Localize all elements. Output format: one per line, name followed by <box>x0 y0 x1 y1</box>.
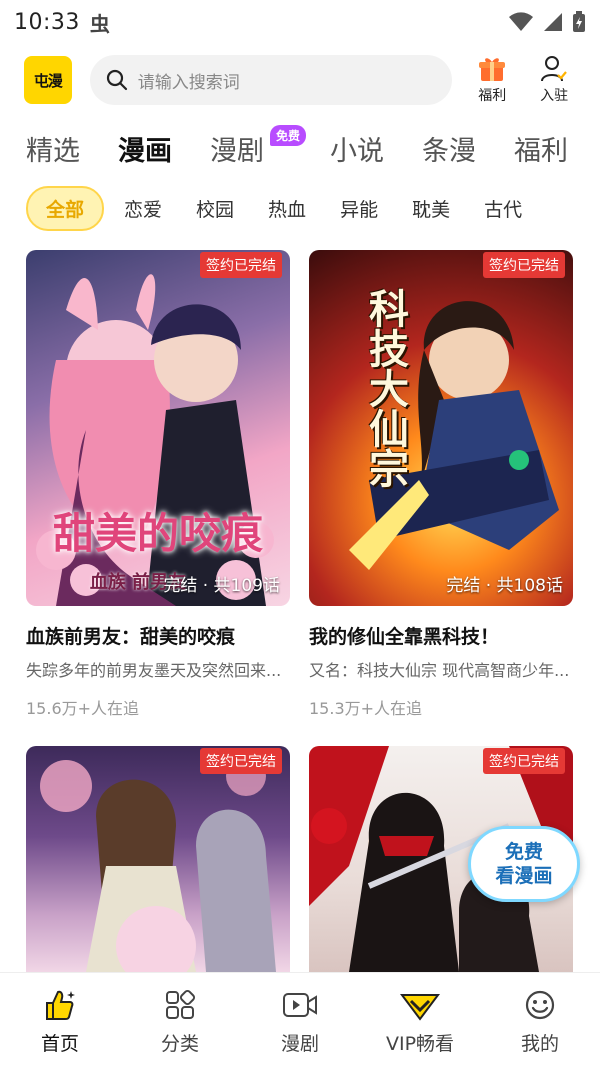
search-placeholder: 请输入搜索词 <box>137 72 240 93</box>
follower-count: 15.3万+人在追 <box>309 699 423 718</box>
status-icons <box>508 11 586 33</box>
status-time: 10:33 <box>14 9 80 35</box>
comic-cover[interactable]: 甜美的咬痕 血族 前男友 签约已完结 完结 · 共109话 <box>26 250 290 606</box>
chip-ancient[interactable]: 古代 <box>484 195 522 222</box>
app-notification-icon: 虫 <box>89 11 110 36</box>
comic-card[interactable]: 科技大仙宗 签约已完结 完结 · 共108话 我的修仙全靠黑科技！ 又名：科技大… <box>309 250 573 719</box>
signal-icon <box>544 13 562 31</box>
episode-count: 完结 · 共108话 <box>446 576 563 596</box>
category-chips: 全部 恋爱 校园 热血 异能 耽美 古代 <box>0 185 600 231</box>
cover-art-title: 科技大仙宗 <box>362 288 408 488</box>
chip-campus[interactable]: 校园 <box>196 195 234 222</box>
nav-profile-label: 我的 <box>520 1033 559 1055</box>
wifi-icon <box>509 12 533 31</box>
gift-button[interactable]: 福利 <box>470 55 514 105</box>
promo-line-2: 看漫画 <box>495 865 553 887</box>
tab-comic-drama-label: 漫剧 <box>210 135 264 167</box>
tab-strip-comics[interactable]: 条漫 <box>422 129 476 168</box>
nav-category-label: 分类 <box>160 1033 199 1055</box>
tab-novels[interactable]: 小说 <box>330 129 384 168</box>
nav-vip[interactable]: VIP畅看 <box>360 973 480 1066</box>
nav-comic-drama[interactable]: 漫剧 <box>240 973 360 1066</box>
gift-label: 福利 <box>478 88 507 104</box>
tab-comic-drama[interactable]: 漫剧 免费 <box>210 124 306 168</box>
cover-illustration <box>40 756 276 972</box>
battery-icon <box>573 11 585 32</box>
tab-comics[interactable]: 漫画 <box>118 129 172 168</box>
status-badge: 签约已完结 <box>483 748 565 774</box>
gift-icon <box>479 58 506 81</box>
join-button[interactable]: 入驻 <box>532 55 576 105</box>
search-input[interactable]: 请输入搜索词 <box>89 55 453 105</box>
free-comics-promo-button[interactable]: 免费 看漫画 <box>468 826 580 902</box>
app-logo[interactable]: 屯漫 <box>24 56 72 104</box>
comic-cover[interactable]: 签约已完结 <box>26 746 290 972</box>
app-header: 屯漫 请输入搜索词 福利 入驻 <box>0 52 600 108</box>
bottom-nav: 首页 分类 漫剧 VIP畅看 我的 <box>0 972 600 1066</box>
profile-icon <box>525 990 555 1020</box>
free-badge: 免费 <box>269 124 306 146</box>
chip-action[interactable]: 热血 <box>268 195 306 222</box>
search-icon <box>106 69 127 91</box>
comic-description: 失踪多年的前男友墨天及突然回来... <box>26 661 282 680</box>
user-check-icon <box>541 56 567 82</box>
chip-romance[interactable]: 恋爱 <box>124 195 162 222</box>
status-badge: 签约已完结 <box>200 252 282 278</box>
category-icon <box>166 989 196 1019</box>
vip-icon <box>400 994 440 1021</box>
status-badge: 签约已完结 <box>200 748 282 774</box>
promo-line-1: 免费 <box>504 841 543 863</box>
tab-featured[interactable]: 精选 <box>26 129 80 168</box>
nav-category[interactable]: 分类 <box>120 973 240 1066</box>
chip-bl[interactable]: 耽美 <box>412 195 450 222</box>
nav-home-label: 首页 <box>40 1033 79 1055</box>
tab-welfare[interactable]: 福利 <box>514 129 568 168</box>
comic-title[interactable]: 我的修仙全靠黑科技！ <box>309 622 573 649</box>
chip-all[interactable]: 全部 <box>26 185 105 231</box>
join-label: 入驻 <box>540 88 569 104</box>
nav-comic-drama-label: 漫剧 <box>280 1033 319 1055</box>
home-icon <box>46 990 75 1020</box>
chip-supernatural[interactable]: 异能 <box>340 195 378 222</box>
comic-card[interactable]: 甜美的咬痕 血族 前男友 签约已完结 完结 · 共109话 血族前男友：甜美的咬… <box>26 250 290 719</box>
comic-cover[interactable]: 科技大仙宗 签约已完结 完结 · 共108话 <box>309 250 573 606</box>
follower-count: 15.6万+人在追 <box>26 699 140 718</box>
cover-art-title: 甜美的咬痕 <box>52 509 263 558</box>
main-tabs: 精选 漫画 漫剧 免费 小说 条漫 福利 <box>0 122 600 174</box>
comic-card[interactable]: 签约已完结 <box>26 746 290 972</box>
status-bar: 10:33 虫 <box>0 0 600 44</box>
nav-vip-label: VIP畅看 <box>385 1033 455 1055</box>
status-badge: 签约已完结 <box>483 252 565 278</box>
nav-profile[interactable]: 我的 <box>480 973 600 1066</box>
nav-home[interactable]: 首页 <box>0 973 120 1066</box>
episode-count: 完结 · 共109话 <box>163 576 280 596</box>
comic-description: 又名：科技大仙宗 现代高智商少年... <box>309 661 570 680</box>
video-icon <box>283 993 317 1017</box>
comic-title[interactable]: 血族前男友：甜美的咬痕 <box>26 622 290 649</box>
